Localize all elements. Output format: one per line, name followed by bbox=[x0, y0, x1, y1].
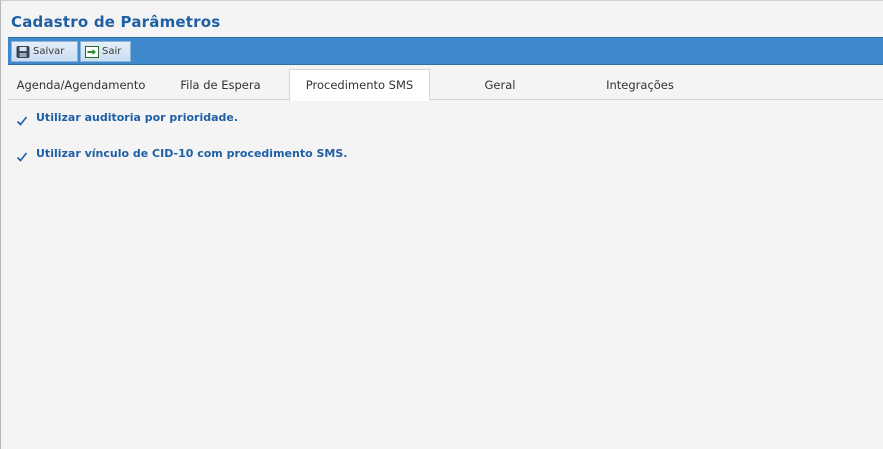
save-button[interactable]: Salvar bbox=[11, 41, 78, 62]
floppy-disk-icon bbox=[16, 45, 30, 58]
option-vinculo-cid10[interactable]: Utilizar vínculo de CID-10 com procedime… bbox=[16, 147, 348, 162]
option-auditoria-prioridade[interactable]: Utilizar auditoria por prioridade. bbox=[16, 111, 239, 126]
option-label: Utilizar vínculo de CID-10 com procedime… bbox=[36, 147, 348, 160]
exit-button[interactable]: Sair bbox=[80, 41, 131, 62]
toolbar: Salvar Sair bbox=[8, 37, 883, 65]
checkmark-icon[interactable] bbox=[16, 112, 28, 126]
window-frame: Cadastro de Parâmetros Salvar Sair Agend… bbox=[0, 0, 883, 449]
tab-agenda-agendamento[interactable]: Agenda/Agendamento bbox=[8, 69, 154, 100]
option-label: Utilizar auditoria por prioridade. bbox=[36, 111, 239, 124]
tab-fila-de-espera[interactable]: Fila de Espera bbox=[154, 69, 287, 100]
tab-bar: Agenda/Agendamento Fila de Espera Proced… bbox=[8, 69, 883, 101]
exit-button-label: Sair bbox=[102, 46, 122, 57]
tab-integracoes[interactable]: Integrações bbox=[570, 69, 710, 100]
checkmark-icon[interactable] bbox=[16, 148, 28, 162]
page-title: Cadastro de Parâmetros bbox=[11, 13, 221, 31]
tab-procedimento-sms[interactable]: Procedimento SMS bbox=[289, 69, 430, 101]
exit-arrow-icon bbox=[85, 45, 99, 58]
save-button-label: Salvar bbox=[33, 46, 65, 57]
tab-geral[interactable]: Geral bbox=[430, 69, 570, 100]
